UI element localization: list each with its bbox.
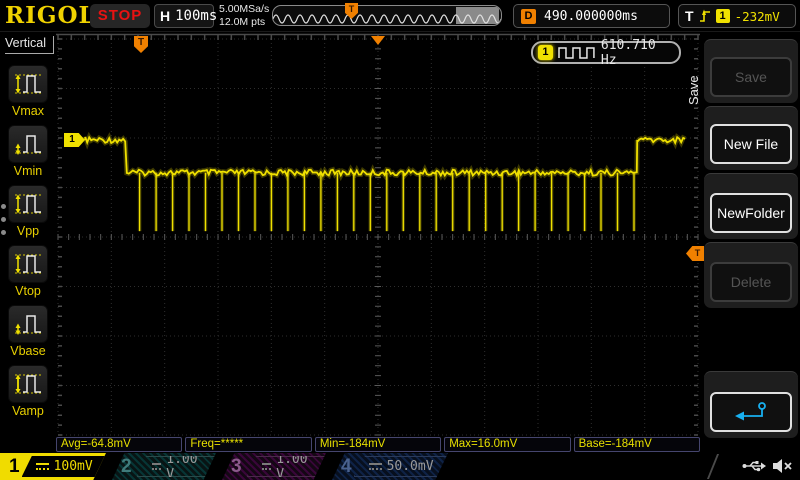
channel1-tab[interactable]: 1 100mV — [0, 453, 106, 480]
vmin-label: Vmin — [8, 164, 48, 178]
vmax-button[interactable] — [8, 65, 48, 103]
vpp-button[interactable] — [8, 185, 48, 223]
sidebar-item-vmin[interactable]: Vmin — [8, 125, 48, 178]
channel1-scale: 100mV — [22, 456, 107, 477]
dc-coupling-icon — [152, 463, 162, 470]
vamp-button[interactable] — [8, 365, 48, 403]
freq-counter-channel-badge: 1 — [538, 45, 553, 60]
screen-center-marker-icon — [371, 36, 385, 45]
memory-depth: 12.0M pts — [219, 16, 269, 29]
left-menu-vertical: Vertical Vmax Vmin — [0, 32, 55, 453]
vtop-button[interactable] — [8, 245, 48, 283]
rigol-logo: RIGOL — [5, 2, 96, 29]
channel-status-bar: 1 100mV 2 1.00 V 3 1.00 V 4 50.0mV — [0, 453, 800, 480]
vamp-label: Vamp — [8, 404, 48, 418]
sidebar-item-vmax[interactable]: Vmax — [8, 65, 48, 118]
new-folder-button[interactable]: NewFolder — [710, 193, 792, 233]
channel3-number: 3 — [231, 456, 245, 478]
vtop-label: Vtop — [8, 284, 48, 298]
vpp-icon — [12, 190, 44, 218]
vmin-button[interactable] — [8, 125, 48, 163]
sidebar-item-vpp[interactable]: Vpp — [8, 185, 48, 238]
sidebar-item-vtop[interactable]: Vtop — [8, 245, 48, 298]
waveform-grid-canvas — [56, 33, 700, 437]
left-menu-title: Vertical — [5, 36, 54, 54]
menu-slot: NewFolder — [704, 173, 798, 239]
sidebar-item-vamp[interactable]: Vamp — [8, 365, 48, 418]
right-menu-tab-label: Save — [686, 54, 701, 126]
dc-coupling-icon — [369, 463, 382, 470]
trigger-label: T — [685, 8, 694, 24]
vamp-icon — [12, 370, 44, 398]
menu-page-dots — [1, 204, 6, 235]
menu-slot: Delete — [704, 242, 798, 308]
vmin-icon — [12, 130, 44, 158]
memory-waveform-icon — [273, 6, 501, 25]
vmax-label: Vmax — [8, 104, 48, 118]
horizontal-timebase-box[interactable]: H 100ms — [154, 4, 214, 28]
sample-rate: 5.00MSa/s — [219, 3, 269, 16]
rising-edge-icon — [699, 8, 711, 24]
oscilloscope-ui: RIGOL STOP H 100ms 5.00MSa/s 12.0M pts T… — [0, 0, 800, 480]
delay-label: D — [521, 9, 536, 24]
speaker-muted-icon[interactable] — [772, 458, 793, 474]
save-button[interactable]: Save — [710, 57, 792, 97]
right-menu-save: Save New File NewFolder Delete — [702, 32, 800, 453]
timebase-value: 100ms — [175, 8, 217, 24]
new-file-button[interactable]: New File — [710, 124, 792, 164]
frequency-counter-badge: 1 610.710 Hz — [531, 41, 681, 64]
menu-slot: Save — [704, 39, 798, 103]
channel3-scale: 1.00 V — [247, 456, 326, 477]
channel1-number: 1 — [9, 456, 20, 478]
measurement-freq[interactable]: Freq=***** — [185, 437, 311, 452]
scope-screen: T 1 T 1 610.710 Hz — [56, 33, 700, 437]
delete-button[interactable]: Delete — [710, 262, 792, 302]
freq-counter-value: 610.710 Hz — [601, 38, 679, 68]
memory-position-bar — [272, 5, 502, 26]
return-arrow-icon — [733, 400, 769, 424]
channel4-tab[interactable]: 4 50.0mV — [332, 453, 448, 480]
vbase-button[interactable] — [8, 305, 48, 343]
acquisition-info: 5.00MSa/s 12.0M pts — [219, 3, 269, 29]
delay-readout-box: D 490.000000ms — [513, 4, 670, 28]
run-state-button[interactable]: STOP — [90, 4, 150, 28]
channel4-number: 4 — [341, 456, 352, 478]
dc-coupling-icon — [262, 463, 272, 470]
measurement-avg[interactable]: Avg=-64.8mV — [56, 437, 182, 452]
channel2-tab[interactable]: 2 1.00 V — [112, 453, 216, 480]
channel3-tab[interactable]: 3 1.00 V — [222, 453, 326, 480]
channel2-scale: 1.00 V — [137, 456, 216, 477]
trigger-level-value: -232mV — [735, 9, 780, 24]
measurement-max[interactable]: Max=16.0mV — [444, 437, 570, 452]
channel2-number: 2 — [121, 456, 135, 478]
vmax-icon — [12, 70, 44, 98]
measurement-base[interactable]: Base=-184mV — [574, 437, 700, 452]
measurements-bar: Avg=-64.8mV Freq=***** Min=-184mV Max=16… — [56, 437, 700, 452]
square-wave-icon — [558, 47, 596, 59]
vbase-label: Vbase — [8, 344, 48, 358]
dc-coupling-icon — [36, 463, 49, 470]
measurement-min[interactable]: Min=-184mV — [315, 437, 441, 452]
trigger-source-badge: 1 — [716, 9, 730, 23]
trigger-readout-box: T 1 -232mV — [678, 4, 796, 28]
vbase-icon — [12, 310, 44, 338]
channel4-scale: 50.0mV — [354, 456, 449, 477]
menu-slot: New File — [704, 106, 798, 170]
vtop-icon — [12, 250, 44, 278]
status-divider — [707, 454, 727, 479]
vpp-label: Vpp — [8, 224, 48, 238]
usb-icon — [742, 458, 767, 474]
return-button[interactable] — [710, 392, 792, 432]
sidebar-item-vbase[interactable]: Vbase — [8, 305, 48, 358]
horizontal-label: H — [160, 8, 170, 24]
menu-slot — [704, 371, 798, 438]
delay-value: 490.000000ms — [544, 9, 638, 24]
top-bar: RIGOL STOP H 100ms 5.00MSa/s 12.0M pts T… — [0, 0, 800, 32]
